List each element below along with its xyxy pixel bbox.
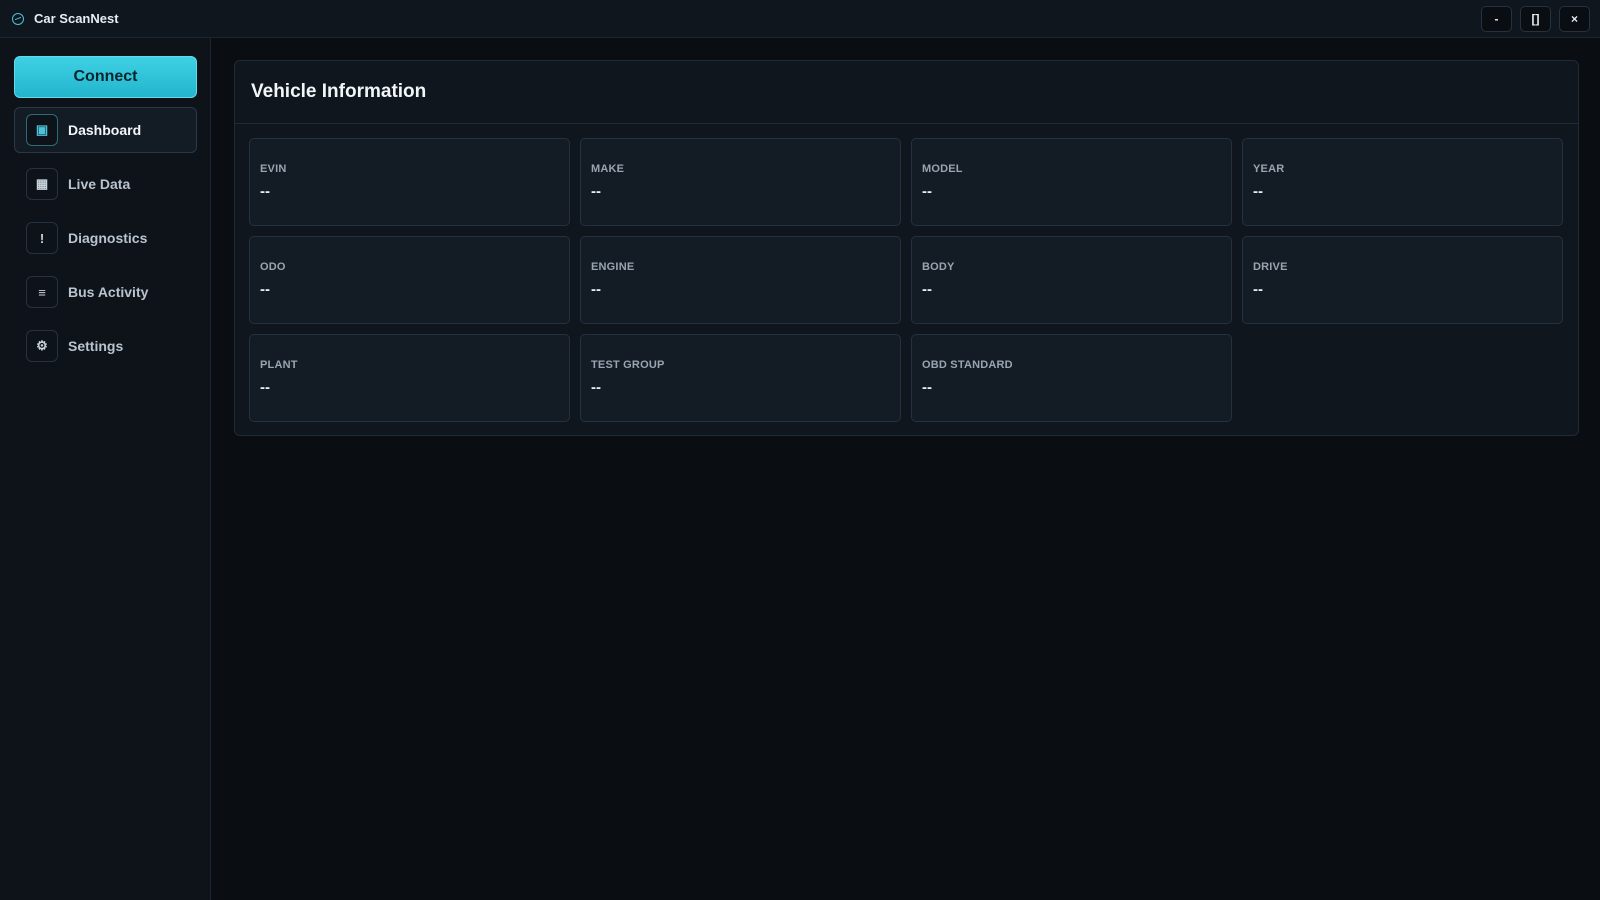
connect-button[interactable]: Connect xyxy=(14,56,197,98)
gear-icon: ⚙ xyxy=(26,330,58,362)
card-label: ENGINE xyxy=(591,261,635,273)
sidebar-item-settings[interactable]: ⚙ Settings xyxy=(14,323,197,369)
vehicle-info-panel: Vehicle Information EVIN -- MAKE -- MODE… xyxy=(234,60,1579,436)
card-label: YEAR xyxy=(1253,163,1285,175)
vehicle-info-grid: EVIN -- MAKE -- MODEL -- YEAR -- ODO -- … xyxy=(249,138,1563,422)
info-card-body: BODY -- xyxy=(911,236,1232,324)
card-label: PLANT xyxy=(260,359,298,371)
info-card-make: MAKE -- xyxy=(580,138,901,226)
card-label: EVIN xyxy=(260,163,287,175)
info-card-obd-standard: OBD STANDARD -- xyxy=(911,334,1232,422)
sidebar-item-label: Live Data xyxy=(68,176,131,192)
info-card-plant: PLANT -- xyxy=(249,334,570,422)
sidebar-item-label: Dashboard xyxy=(68,122,142,138)
maximize-button[interactable]: [] xyxy=(1520,6,1551,32)
info-card-evin: EVIN -- xyxy=(249,138,570,226)
sidebar-nav: ▣ Dashboard ▦ Live Data ! Diagnostics ≡ … xyxy=(14,107,197,377)
sidebar-item-label: Bus Activity xyxy=(68,284,149,300)
card-value: -- xyxy=(922,183,932,200)
info-card-model: MODEL -- xyxy=(911,138,1232,226)
card-value: -- xyxy=(260,183,270,200)
dashboard-icon: ▣ xyxy=(26,114,58,146)
card-value: -- xyxy=(922,379,932,396)
list-icon: ≡ xyxy=(26,276,58,308)
sidebar-item-live-data[interactable]: ▦ Live Data xyxy=(14,161,197,207)
card-value: -- xyxy=(922,281,932,298)
sidebar: Connect ▣ Dashboard ▦ Live Data ! Diagno… xyxy=(0,38,211,900)
card-label: TEST GROUP xyxy=(591,359,665,371)
card-label: MAKE xyxy=(591,163,625,175)
sidebar-item-diagnostics[interactable]: ! Diagnostics xyxy=(14,215,197,261)
card-value: -- xyxy=(260,281,270,298)
panel-header: Vehicle Information xyxy=(235,61,1578,124)
card-value: -- xyxy=(1253,281,1263,298)
page-title: Vehicle Information xyxy=(251,81,427,102)
sidebar-item-bus-activity[interactable]: ≡ Bus Activity xyxy=(14,269,197,315)
card-value: -- xyxy=(591,379,601,396)
alert-icon: ! xyxy=(26,222,58,254)
sidebar-item-dashboard[interactable]: ▣ Dashboard xyxy=(14,107,197,153)
card-label: OBD STANDARD xyxy=(922,359,1013,371)
card-value: -- xyxy=(1253,183,1263,200)
info-card-test-group: TEST GROUP -- xyxy=(580,334,901,422)
info-card-drive: DRIVE -- xyxy=(1242,236,1563,324)
card-label: DRIVE xyxy=(1253,261,1288,273)
card-value: -- xyxy=(591,281,601,298)
info-card-year: YEAR -- xyxy=(1242,138,1563,226)
card-value: -- xyxy=(591,183,601,200)
window-controls: - [] × xyxy=(1481,6,1590,32)
grid-icon: ▦ xyxy=(26,168,58,200)
title-bar: Car ScanNest - [] × xyxy=(0,0,1600,38)
app-logo-icon xyxy=(12,12,24,25)
sidebar-item-label: Settings xyxy=(68,338,124,354)
info-card-odo: ODO -- xyxy=(249,236,570,324)
card-value: -- xyxy=(260,379,270,396)
card-label: BODY xyxy=(922,261,955,273)
card-label: ODO xyxy=(260,261,286,273)
info-card-engine: ENGINE -- xyxy=(580,236,901,324)
close-button[interactable]: × xyxy=(1559,6,1590,32)
card-label: MODEL xyxy=(922,163,963,175)
app-title: Car ScanNest xyxy=(34,11,119,26)
sidebar-item-label: Diagnostics xyxy=(68,230,148,246)
minimize-button[interactable]: - xyxy=(1481,6,1512,32)
